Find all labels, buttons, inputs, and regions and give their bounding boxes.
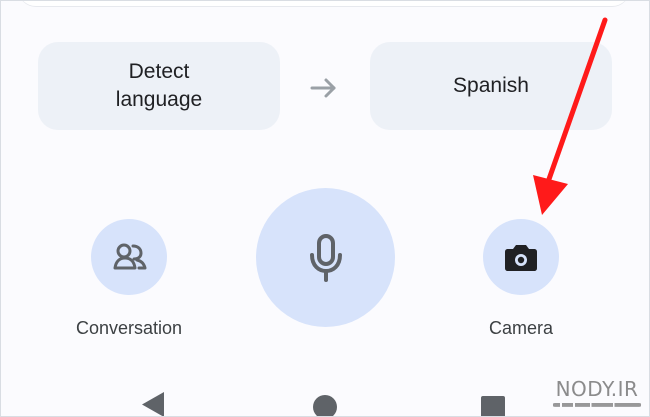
conversation-button[interactable]: [91, 219, 167, 295]
recents-square-icon[interactable]: [481, 396, 505, 417]
camera-icon: [505, 245, 537, 271]
translator-screen: Detect language Spanish Conversation Cam…: [0, 0, 650, 417]
back-triangle-icon[interactable]: [142, 392, 164, 417]
microphone-icon: [309, 233, 342, 282]
source-language-button[interactable]: Detect language: [38, 42, 280, 130]
camera-label: Camera: [488, 318, 554, 338]
home-circle-icon[interactable]: [313, 395, 337, 417]
arrow-right-icon[interactable]: [309, 74, 339, 102]
top-card-edge: [18, 0, 630, 7]
microphone-button[interactable]: [256, 188, 395, 327]
camera-button[interactable]: [483, 219, 559, 295]
target-language-button[interactable]: Spanish: [370, 42, 612, 130]
people-icon: [113, 243, 147, 270]
conversation-label: Conversation: [75, 318, 183, 338]
